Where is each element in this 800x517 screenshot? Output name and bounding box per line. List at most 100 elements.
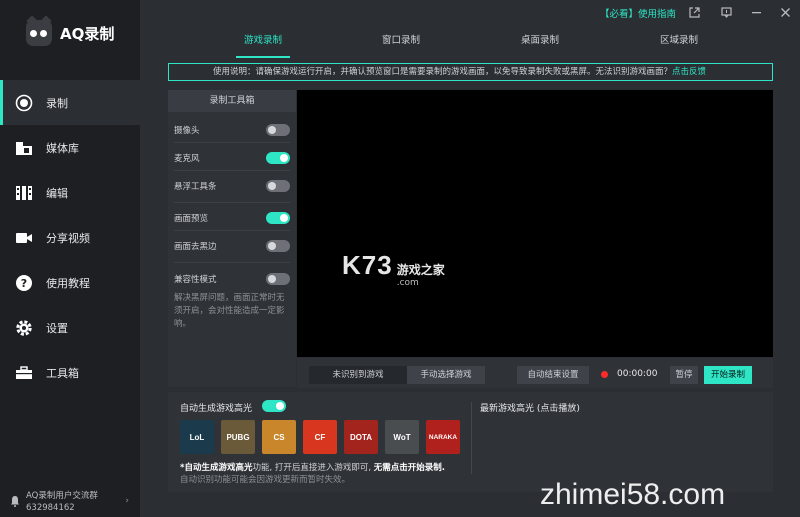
game-icon-wot[interactable]: WoT	[385, 420, 419, 454]
microphone-toggle[interactable]	[266, 152, 290, 164]
divider	[174, 230, 290, 231]
feedback-link[interactable]: 点击反馈	[672, 67, 706, 77]
floating-toolbar-toggle[interactable]	[266, 180, 290, 192]
record-timer: 00:00:00	[617, 369, 658, 379]
watermark-cn: 游戏之家	[396, 263, 445, 277]
divider	[174, 262, 290, 263]
help-icon: ?	[14, 273, 34, 293]
auto-highlight-title: 自动生成游戏高光	[180, 404, 253, 414]
game-icon-lol[interactable]: LoL	[180, 420, 214, 454]
sidebar: AQ录制 录制 媒体库 编辑 分享视频 ? 使用教程 设置 工具箱 AQ录制用户…	[0, 0, 140, 517]
tab-desktop-record[interactable]: 桌面录制	[505, 32, 575, 46]
active-tab-indicator	[236, 56, 290, 58]
preview-toggle[interactable]	[266, 212, 290, 224]
tool-row-remove-black-border: 画面去黑边	[174, 238, 290, 254]
compat-mode-description: 解决黑屏问题，画面正常时无须开启，会对性能造成一定影响。	[174, 293, 285, 329]
app-name: AQ录制	[60, 24, 115, 43]
preview-watermark: K73 游戏之家 .com	[342, 250, 445, 288]
tool-label: 悬浮工具条	[174, 182, 217, 192]
sidebar-item-toolbox[interactable]: 工具箱	[0, 350, 140, 395]
tool-label: 画面去黑边	[174, 242, 217, 252]
highlights-panel: 自动生成游戏高光 LoL PUBG CS CF DOTA WoT NARAKA …	[168, 392, 773, 492]
divider	[174, 202, 290, 203]
title-bar: 【必看】使用指南	[140, 0, 800, 26]
auto-end-settings-button[interactable]: 自动结束设置	[517, 366, 589, 384]
watermark-domain: .com	[396, 278, 419, 288]
tool-row-microphone: 麦克风	[174, 150, 290, 166]
group-number: 632984162	[26, 503, 75, 513]
tool-row-floating-toolbar: 悬浮工具条	[174, 178, 290, 194]
preview-area: K73 游戏之家 .com	[297, 90, 773, 357]
sidebar-item-record[interactable]: 录制	[0, 80, 140, 125]
latest-highlights-title: 最新游戏高光 (点击播放)	[480, 404, 580, 414]
record-toolbox: 录制工具箱 摄像头 麦克风 悬浮工具条 画面预览 画面去黑边 兼容性模式 解决黑…	[168, 90, 296, 387]
sidebar-item-settings[interactable]: 设置	[0, 305, 140, 350]
record-mode-tabs: 游戏录制 窗口录制 桌面录制 区域录制	[140, 28, 800, 58]
gear-icon	[14, 318, 34, 338]
game-icon-naraka[interactable]: NARAKA	[426, 420, 460, 454]
tool-row-camera: 摄像头	[174, 122, 290, 138]
sidebar-item-media-library[interactable]: 媒体库	[0, 125, 140, 170]
close-icon[interactable]	[777, 4, 793, 20]
usage-notice: 使用说明：请确保游戏运行开启，并确认预览窗口是需要录制的游戏画面，以免导致录制失…	[168, 63, 773, 81]
divider	[174, 170, 290, 171]
divider	[471, 402, 472, 474]
tool-label: 画面预览	[174, 214, 209, 224]
camera-toggle[interactable]	[266, 124, 290, 136]
record-icon	[14, 93, 34, 113]
sidebar-item-label: 媒体库	[46, 141, 79, 155]
divider	[174, 142, 290, 143]
recording-indicator	[601, 371, 608, 378]
pause-button[interactable]: 暂停	[670, 366, 698, 384]
toolbox-icon	[14, 363, 34, 383]
notice-text: 使用说明：请确保游戏运行开启，并确认预览窗口是需要录制的游戏画面，以免导致录制失…	[213, 67, 673, 77]
site-watermark: zhimei58.com	[540, 478, 726, 511]
edit-film-icon	[14, 183, 34, 203]
toolbox-title: 录制工具箱	[168, 90, 296, 112]
tool-label: 麦克风	[174, 154, 200, 164]
compat-mode-toggle[interactable]	[266, 273, 290, 285]
game-icon-pubg[interactable]: PUBG	[221, 420, 255, 454]
chevron-right-icon: ›	[125, 496, 129, 506]
feedback-icon[interactable]	[718, 4, 734, 20]
minimize-icon[interactable]	[748, 4, 764, 20]
media-library-icon	[14, 138, 34, 158]
app-logo: AQ录制	[26, 15, 115, 46]
tab-window-record[interactable]: 窗口录制	[366, 32, 436, 46]
share-video-icon	[14, 228, 34, 248]
watermark-logo: K73	[342, 250, 393, 280]
auto-detect-segment[interactable]: 未识别到游戏	[309, 366, 407, 384]
note-mid: 功能, 打开后直接进入游戏即可,	[252, 463, 374, 473]
external-link-icon[interactable]	[686, 4, 702, 20]
start-record-button[interactable]: 开始录制	[704, 366, 752, 384]
user-group-link[interactable]: AQ录制用户交流群 632984162 ›	[10, 490, 135, 514]
sidebar-item-share-video[interactable]: 分享视频	[0, 215, 140, 260]
game-icon-dota2[interactable]: DOTA	[344, 420, 378, 454]
logo-icon	[26, 15, 52, 46]
sidebar-item-tutorial[interactable]: ? 使用教程	[0, 260, 140, 305]
group-name: AQ录制用户交流群	[26, 491, 98, 501]
sidebar-item-edit[interactable]: 编辑	[0, 170, 140, 215]
remove-black-border-toggle[interactable]	[266, 240, 290, 252]
game-icon-csgo[interactable]: CS	[262, 420, 296, 454]
guide-link[interactable]: 【必看】使用指南	[600, 6, 676, 20]
sidebar-item-label: 分享视频	[46, 231, 90, 245]
tool-row-preview: 画面预览	[174, 210, 290, 226]
note-bold: 无需点击开始录制.	[373, 463, 445, 473]
tab-region-record[interactable]: 区域录制	[644, 32, 714, 46]
sidebar-item-label: 工具箱	[46, 366, 79, 380]
record-control-bar: 未识别到游戏 手动选择游戏 自动结束设置 00:00:00 暂停 开始录制	[297, 358, 773, 388]
bell-icon	[10, 495, 20, 510]
auto-highlight-toggle[interactable]	[262, 400, 286, 412]
manual-select-game-button[interactable]: 手动选择游戏	[407, 366, 485, 384]
tool-row-compat-mode: 兼容性模式	[174, 271, 290, 287]
supported-games: LoL PUBG CS CF DOTA WoT NARAKA	[180, 420, 467, 454]
note-sub: 自动识别功能可能会因游戏更新而暂时失效。	[180, 475, 351, 485]
sidebar-nav: 录制 媒体库 编辑 分享视频 ? 使用教程 设置 工具箱	[0, 80, 140, 395]
sidebar-item-label: 使用教程	[46, 276, 90, 290]
note-prefix: *自动生成游戏高光	[180, 463, 253, 473]
sidebar-item-label: 编辑	[46, 186, 68, 200]
tab-game-record[interactable]: 游戏录制	[228, 32, 298, 46]
svg-text:?: ?	[21, 277, 27, 290]
game-icon-cf[interactable]: CF	[303, 420, 337, 454]
